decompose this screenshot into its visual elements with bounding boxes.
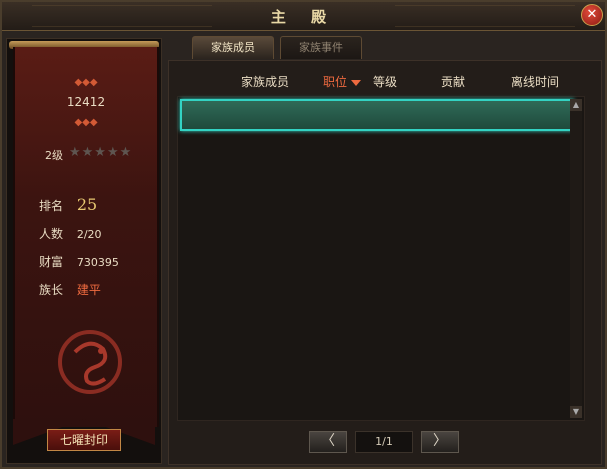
scroll-down-icon[interactable]: ▼ xyxy=(570,406,582,418)
column-member[interactable]: 家族成员 xyxy=(241,73,289,90)
tab-family-members[interactable]: 家族成员 xyxy=(192,36,274,59)
chevron-right-icon[interactable]: 〉 xyxy=(421,431,459,453)
members-panel: 家族成员 职位 等级 贡献 离线时间 ▲ ▼ 〈 1/1 〉 xyxy=(168,60,602,465)
star-rating-icon: ★★★★★ xyxy=(69,145,133,160)
family-hall-window: 主 殿 ✕ ◆◆◆ 12412 ◆◆◆ 2级 ★★★★★ 排名 25 人数 2/… xyxy=(0,0,607,469)
leader-value: 建平 xyxy=(76,283,101,297)
selected-member-row[interactable] xyxy=(180,99,574,131)
family-banner: ◆◆◆ 12412 ◆◆◆ 2级 ★★★★★ 排名 25 人数 2/20 财富 … xyxy=(13,47,159,427)
wealth-stat: 财富 730395 xyxy=(39,253,119,270)
dragon-emblem-icon xyxy=(58,330,122,394)
window-title: 主 殿 xyxy=(270,8,337,26)
close-icon[interactable]: ✕ xyxy=(581,4,603,26)
scroll-up-icon[interactable]: ▲ xyxy=(570,99,582,111)
seven-seal-button[interactable]: 七曜封印 xyxy=(47,429,121,451)
banner-ornament-icon: ◆◆◆ xyxy=(74,77,98,88)
page-indicator: 1/1 xyxy=(355,431,413,453)
rank-stat: 排名 25 xyxy=(39,195,97,214)
title-bar[interactable]: 主 殿 ✕ xyxy=(2,2,605,31)
wealth-label: 财富 xyxy=(39,255,64,269)
members-stat: 人数 2/20 xyxy=(39,225,102,242)
wealth-value: 730395 xyxy=(76,256,119,269)
member-list: ▲ ▼ xyxy=(177,96,585,421)
family-id-number: 12412 xyxy=(66,95,106,109)
rank-value: 25 xyxy=(76,195,98,214)
family-banner-panel: ◆◆◆ 12412 ◆◆◆ 2级 ★★★★★ 排名 25 人数 2/20 财富 … xyxy=(6,38,162,464)
family-level: 2级 xyxy=(45,149,63,162)
tab-family-events[interactable]: 家族事件 xyxy=(280,36,362,59)
banner-ornament-icon: ◆◆◆ xyxy=(74,117,98,128)
column-level[interactable]: 等级 xyxy=(373,73,397,90)
leader-label: 族长 xyxy=(39,283,64,297)
column-offline-time[interactable]: 离线时间 xyxy=(511,73,559,90)
members-label: 人数 xyxy=(39,227,64,241)
chevron-left-icon[interactable]: 〈 xyxy=(309,431,347,453)
scrollbar[interactable]: ▲ ▼ xyxy=(570,99,582,418)
members-value: 2/20 xyxy=(76,228,102,241)
column-position[interactable]: 职位 xyxy=(323,73,361,90)
leader-stat: 族长 建平 xyxy=(39,281,101,298)
rank-label: 排名 xyxy=(39,199,64,213)
column-contribution[interactable]: 贡献 xyxy=(441,73,465,90)
